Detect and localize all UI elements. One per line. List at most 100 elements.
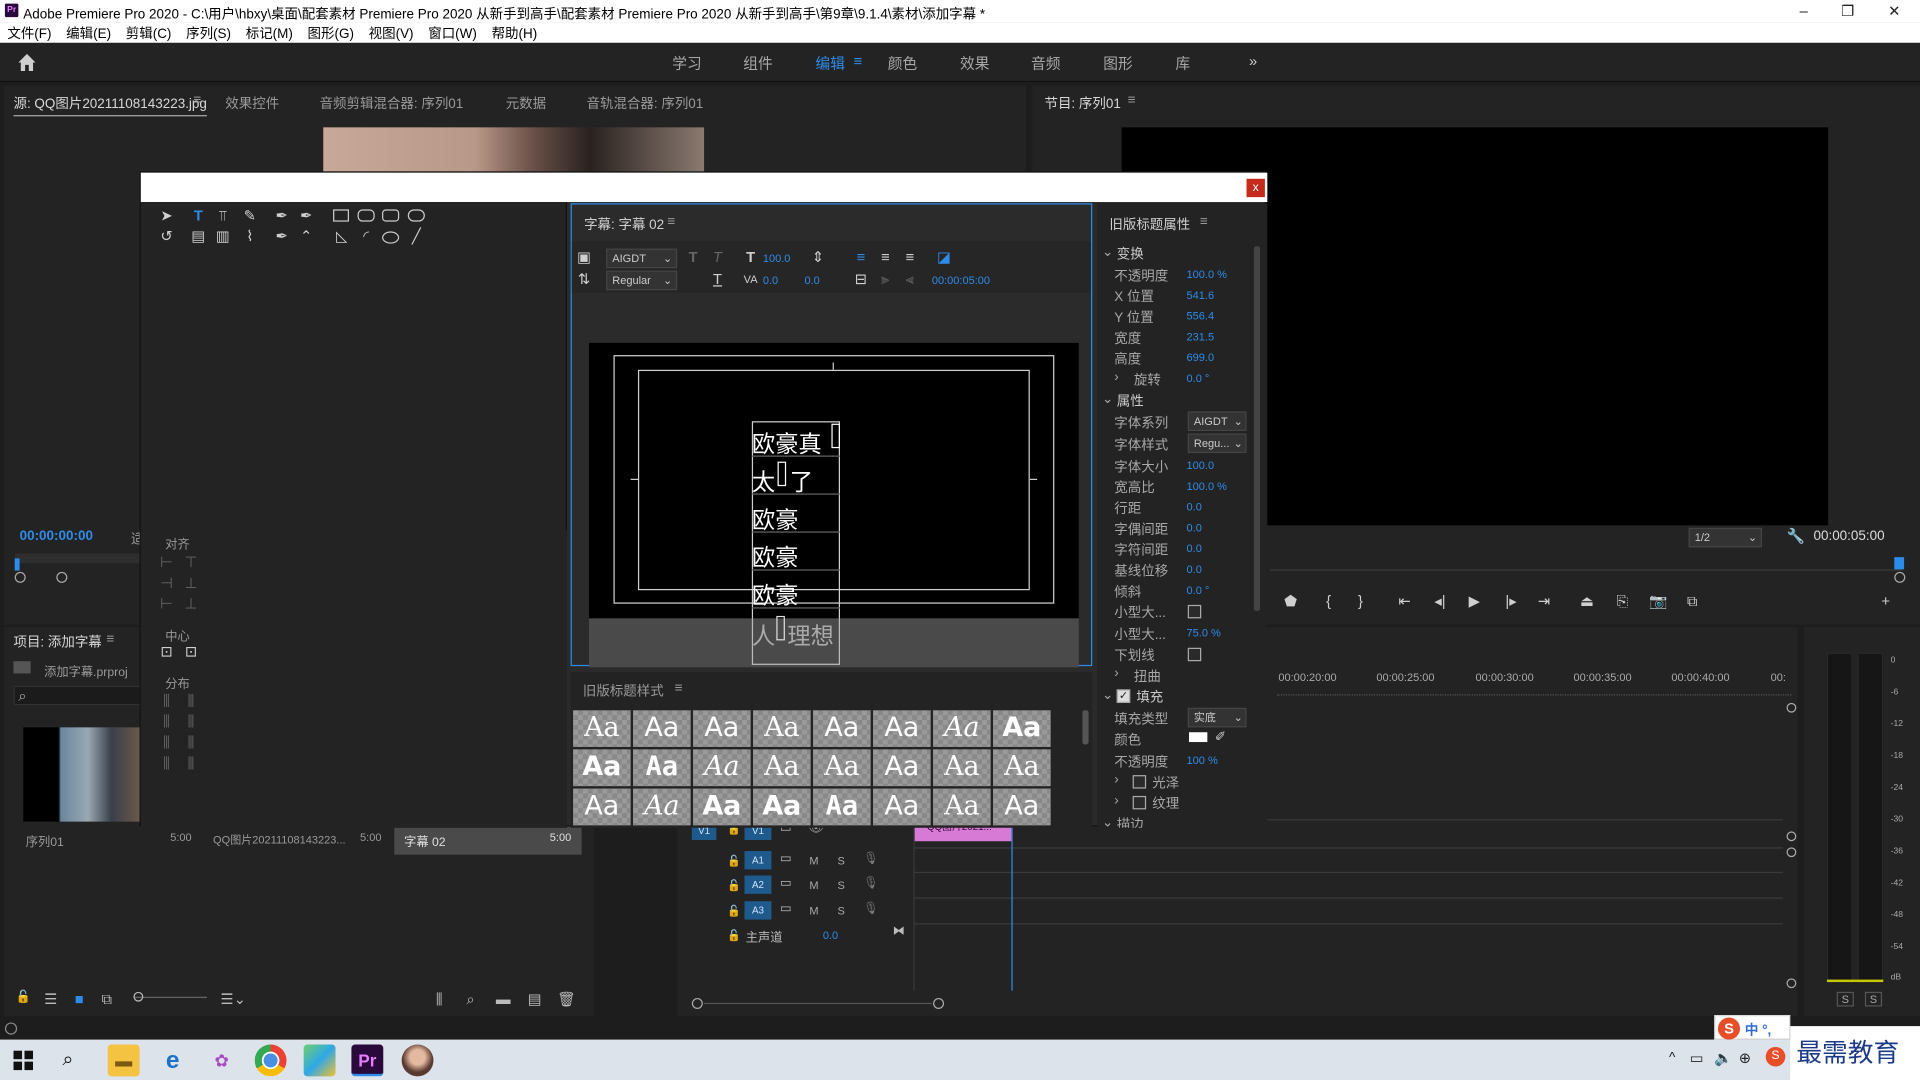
network-icon[interactable]: ▭: [1690, 1049, 1704, 1066]
dialog-close-button[interactable]: x: [1246, 178, 1265, 198]
source-timecode[interactable]: 00:00:00:00: [20, 529, 93, 544]
y-position-value[interactable]: 556.4: [1187, 310, 1215, 322]
style-swatch[interactable]: Aa: [933, 710, 991, 747]
type-tool-icon[interactable]: T: [190, 208, 207, 224]
track-lock-icon[interactable]: 🔓: [727, 855, 741, 868]
italic-icon[interactable]: T: [709, 249, 726, 266]
mic-icon[interactable]: 🎙: [863, 852, 879, 865]
track-mute-button[interactable]: M: [809, 855, 818, 867]
style-swatch[interactable]: Aa: [633, 710, 691, 747]
chrome-browser-icon[interactable]: [254, 1044, 287, 1077]
title-canvas[interactable]: 欧豪真 太 了 欧豪 欧豪 欧豪: [588, 342, 1079, 667]
program-title[interactable]: 节目: 序列01: [1044, 93, 1120, 113]
leading-prop-value[interactable]: 0.0: [1187, 501, 1202, 513]
timeline-ruler-ticks[interactable]: [1277, 688, 1792, 696]
program-zoom-handle[interactable]: [1894, 571, 1906, 583]
style-swatch[interactable]: Aa: [753, 749, 811, 787]
prop-font-family-select[interactable]: AIGDT ⌄: [1187, 411, 1247, 432]
step-back-icon[interactable]: ◂|: [1431, 593, 1448, 610]
fill-color-swatch[interactable]: [1188, 732, 1208, 743]
close-window-button[interactable]: ✕: [1873, 0, 1915, 22]
align-left-text-icon[interactable]: ≡: [852, 249, 869, 266]
style-swatch[interactable]: Aa: [693, 710, 751, 747]
master-track-value[interactable]: 0.0: [823, 929, 838, 941]
track-sync-icon[interactable]: ▭: [780, 877, 792, 890]
new-item-icon[interactable]: ▤: [528, 991, 542, 1008]
style-swatch[interactable]: Aa: [693, 788, 751, 826]
bold-icon[interactable]: T: [684, 249, 701, 266]
workspace-tab-audio[interactable]: 音频: [1031, 53, 1060, 74]
expand-chevron-icon[interactable]: ⌄: [1102, 244, 1113, 260]
align-left-icon[interactable]: ⊢: [158, 554, 175, 571]
timeline-playhead[interactable]: [1011, 819, 1013, 991]
menu-clip[interactable]: 剪辑(C): [126, 23, 172, 43]
vertical-area-text-tool-icon[interactable]: ▥: [214, 228, 231, 245]
new-bin-icon[interactable]: ▬: [496, 991, 511, 1008]
add-marker-icon[interactable]: ⬟: [1282, 593, 1299, 610]
ime-toolbar[interactable]: S 中 °,: [1714, 1015, 1791, 1040]
menu-help[interactable]: 帮助(H): [492, 23, 538, 43]
premiere-taskbar-icon[interactable]: Pr: [351, 1044, 384, 1077]
style-swatch[interactable]: Aa: [873, 710, 931, 747]
distribute-icon[interactable]: ⫼: [158, 692, 175, 709]
expand-chevron-icon[interactable]: ⌄: [1102, 391, 1113, 407]
track-solo-button[interactable]: S: [838, 879, 845, 891]
wedge-tool-icon[interactable]: ◺: [333, 228, 350, 245]
baseline-value[interactable]: 0.0: [1187, 563, 1202, 575]
project-search-input[interactable]: ⌕: [13, 685, 141, 706]
mark-in-icon[interactable]: {: [1320, 593, 1337, 610]
go-to-in-icon[interactable]: ⇤: [1396, 593, 1413, 610]
minimize-button[interactable]: –: [1783, 0, 1825, 22]
menu-edit[interactable]: 编辑(E): [66, 23, 111, 43]
workspace-tab-color[interactable]: 颜色: [888, 53, 917, 74]
align-right-icon[interactable]: ⊢: [158, 596, 175, 612]
style-swatch[interactable]: Aa: [633, 749, 691, 787]
program-ruler[interactable]: [1269, 558, 1902, 571]
style-swatch[interactable]: Aa: [993, 749, 1051, 787]
pen-tool-icon[interactable]: ✒: [273, 208, 290, 224]
tab-audio-track-mixer[interactable]: 音轨混合器: 序列01: [587, 93, 704, 113]
styles-tab[interactable]: 旧版标题样式: [583, 681, 664, 701]
tab-effect-controls[interactable]: 效果控件: [225, 93, 279, 113]
line-tool-icon[interactable]: ╱: [408, 228, 425, 245]
ime-tray-icon[interactable]: ⊕: [1739, 1049, 1751, 1066]
texture-section[interactable]: 纹理: [1152, 793, 1179, 813]
eyedropper-icon[interactable]: ✐: [1215, 729, 1226, 745]
style-swatch[interactable]: Aa: [813, 749, 871, 787]
sheen-section[interactable]: 光泽: [1152, 773, 1179, 793]
rotation-value[interactable]: 0.0 °: [1187, 372, 1210, 384]
find-icon[interactable]: ⌕: [467, 991, 475, 1009]
maximize-button[interactable]: ❐: [1827, 0, 1869, 22]
align-bottom-icon[interactable]: ⊥: [182, 596, 199, 612]
wrench-icon[interactable]: 🔧: [1787, 528, 1805, 545]
small-caps-size-value[interactable]: 75.0 %: [1187, 627, 1221, 639]
distribute-icon[interactable]: ⫼: [158, 734, 175, 751]
menu-sequence[interactable]: 序列(S): [186, 23, 231, 43]
track-solo-button[interactable]: S: [838, 905, 845, 917]
height-value[interactable]: 699.0: [1187, 351, 1215, 363]
tab-menu-icon[interactable]: ≡: [193, 93, 201, 108]
export-frame-icon[interactable]: 📷: [1649, 593, 1667, 610]
expand-chevron-icon[interactable]: ›: [1114, 666, 1118, 681]
ime-mode[interactable]: 中 °,: [1745, 1020, 1771, 1040]
workspace-tab-learn[interactable]: 学习: [672, 53, 701, 74]
mark-out-icon[interactable]: }: [1352, 593, 1369, 610]
expand-chevron-icon[interactable]: ›: [1114, 793, 1118, 808]
zoom-handle-right[interactable]: [56, 571, 68, 583]
new-title-icon[interactable]: ▣: [576, 249, 593, 266]
source-playhead[interactable]: [14, 558, 20, 571]
properties-scrollbar[interactable]: [1253, 246, 1261, 612]
menu-graphics[interactable]: 图形(G): [308, 23, 354, 43]
step-forward-icon[interactable]: |▸: [1502, 593, 1519, 610]
style-swatch[interactable]: Aa: [693, 749, 751, 787]
comparison-view-icon[interactable]: ⧉: [1684, 593, 1701, 610]
ellipse-tool-icon[interactable]: [382, 231, 400, 244]
font-family-select[interactable]: AIGDT ⌄: [606, 248, 678, 269]
style-swatch[interactable]: Aa: [993, 710, 1051, 747]
expand-chevron-icon[interactable]: ⌄: [1102, 687, 1113, 703]
meter-solo-left[interactable]: S: [1836, 991, 1854, 1007]
workspace-tab-editing[interactable]: 编辑: [816, 53, 845, 74]
expand-chevron-icon[interactable]: ›: [1114, 370, 1118, 385]
stroke-section[interactable]: 描边: [1117, 814, 1144, 828]
mic-icon[interactable]: 🎙: [863, 877, 879, 890]
